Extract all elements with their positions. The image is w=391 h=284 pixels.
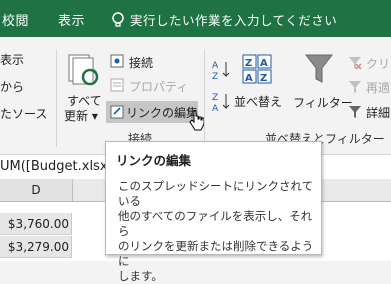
tab-view[interactable]: 表示 — [58, 10, 85, 29]
tell-me-search[interactable]: 実行したい作業を入力してください — [130, 10, 337, 29]
edit-links-tooltip: リンクの編集 このスプレッドシートにリンクされている 他のすべてのファイルを表示… — [105, 141, 322, 283]
group-separator — [204, 49, 205, 147]
lightbulb-icon — [112, 12, 124, 27]
tooltip-body: このスプレッドシートにリンクされている 他のすべてのファイルを表示し、それら の… — [118, 179, 314, 284]
svg-text:A: A — [212, 61, 219, 71]
advanced-filter-icon — [349, 106, 361, 118]
tab-review[interactable]: 校閲 — [2, 10, 29, 29]
show-queries-label[interactable]: 表示 — [0, 51, 24, 68]
refresh-all-button[interactable]: 更新 ▾ — [64, 107, 98, 124]
connections-icon — [110, 54, 124, 68]
from-source-label[interactable]: から — [0, 78, 24, 95]
svg-text:Z: Z — [260, 73, 267, 84]
cell-d-value-1[interactable]: $3,760.00 — [0, 213, 72, 235]
svg-text:Z: Z — [212, 93, 218, 103]
sort-az-icon[interactable]: A Z — [212, 59, 232, 81]
filter-funnel-icon[interactable] — [305, 53, 333, 85]
tooltip-line: 他のすべてのファイルを表示し、それら — [118, 209, 313, 238]
tooltip-line: します。 — [118, 269, 163, 283]
advanced-filter-button[interactable]: 詳細 — [366, 104, 390, 121]
filter-button[interactable]: フィルター — [293, 94, 353, 111]
properties-icon — [110, 78, 124, 92]
svg-text:A: A — [212, 104, 219, 113]
properties-button[interactable]: プロパティ — [129, 78, 188, 95]
svg-text:Z: Z — [212, 72, 218, 81]
sort-za-icon[interactable]: Z A — [212, 91, 232, 113]
sort-button[interactable]: 並べ替え — [234, 93, 282, 110]
svg-text:A: A — [260, 58, 268, 69]
column-header-d[interactable]: D — [0, 179, 73, 202]
svg-text:Z: Z — [245, 58, 252, 69]
clear-filter-icon — [349, 57, 362, 70]
ribbon-tab-bar: 校閲 表示 実行したい作業を入力してください — [0, 0, 391, 37]
tooltip-line: このスプレッドシートにリンクされている — [118, 179, 314, 208]
connections-button[interactable]: 接続 — [129, 54, 153, 71]
svg-text:A: A — [245, 73, 253, 84]
tooltip-title: リンクの編集 — [116, 153, 192, 168]
formula-text: UM([Budget.xlsx]S — [0, 159, 121, 174]
reapply-button[interactable]: 再適 — [366, 79, 390, 96]
tooltip-line: のリンクを更新または削除できるように — [118, 239, 314, 268]
sort-dialog-icon[interactable]: Z A A Z — [241, 53, 273, 85]
ribbon-panel: 表示 から たソース すべて 更新 ▾ 接続 プロパティ リンクの編集 接続 A… — [0, 37, 391, 154]
group-separator — [56, 49, 57, 147]
cell-d-value-2[interactable]: $3,279.00 — [0, 236, 72, 258]
recent-sources-label[interactable]: たソース — [0, 105, 47, 122]
mouse-cursor-icon — [189, 110, 205, 131]
clear-filter-button[interactable]: クリア — [366, 55, 391, 72]
edit-links-icon — [110, 105, 124, 119]
reapply-icon — [349, 81, 361, 93]
refresh-all-icon[interactable] — [66, 53, 102, 87]
edit-links-button[interactable]: リンクの編集 — [126, 104, 198, 121]
